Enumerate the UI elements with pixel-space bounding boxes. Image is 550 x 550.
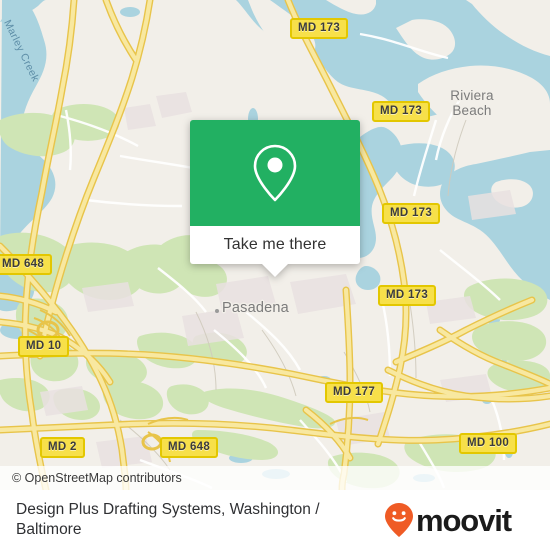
take-me-there-label: Take me there [223, 236, 327, 253]
road-shield-md-173-3[interactable]: MD 173 [382, 203, 441, 224]
road-shield-md-10[interactable]: MD 10 [18, 336, 70, 357]
place-dot-pasadena [215, 309, 219, 313]
map-attribution-bar: © OpenStreetMap contributors [0, 466, 550, 490]
footer-bar: Design Plus Drafting Systems, Washington… [0, 490, 550, 550]
road-shield-md-648-1[interactable]: MD 648 [0, 254, 53, 275]
popup-body [190, 120, 360, 226]
moovit-map-screen: Marley Creek Pasadena Riviera Beach MD 1… [0, 0, 550, 550]
road-shield-md-177[interactable]: MD 177 [325, 382, 384, 403]
road-shield-md-2[interactable]: MD 2 [40, 437, 85, 458]
osm-attribution-text[interactable]: © OpenStreetMap contributors [12, 471, 182, 485]
moovit-wordmark: moovit [416, 502, 512, 538]
road-shield-md-173-2[interactable]: MD 173 [372, 101, 431, 122]
location-pin-icon [253, 144, 297, 202]
road-shield-md-648-2[interactable]: MD 648 [160, 437, 219, 458]
road-shield-md-173-1[interactable]: MD 173 [290, 18, 349, 39]
location-title: Design Plus Drafting Systems, Washington… [16, 501, 320, 538]
popup-footer[interactable]: Take me there [190, 226, 360, 277]
popup-tail [262, 264, 288, 277]
road-shield-md-100[interactable]: MD 100 [459, 433, 518, 454]
location-popup[interactable]: Take me there [190, 120, 360, 277]
moovit-smile-pin-icon [385, 503, 413, 537]
road-shield-md-173-4[interactable]: MD 173 [378, 285, 437, 306]
moovit-logo[interactable]: moovit [384, 502, 512, 538]
map-canvas[interactable]: Marley Creek Pasadena Riviera Beach MD 1… [0, 0, 550, 490]
